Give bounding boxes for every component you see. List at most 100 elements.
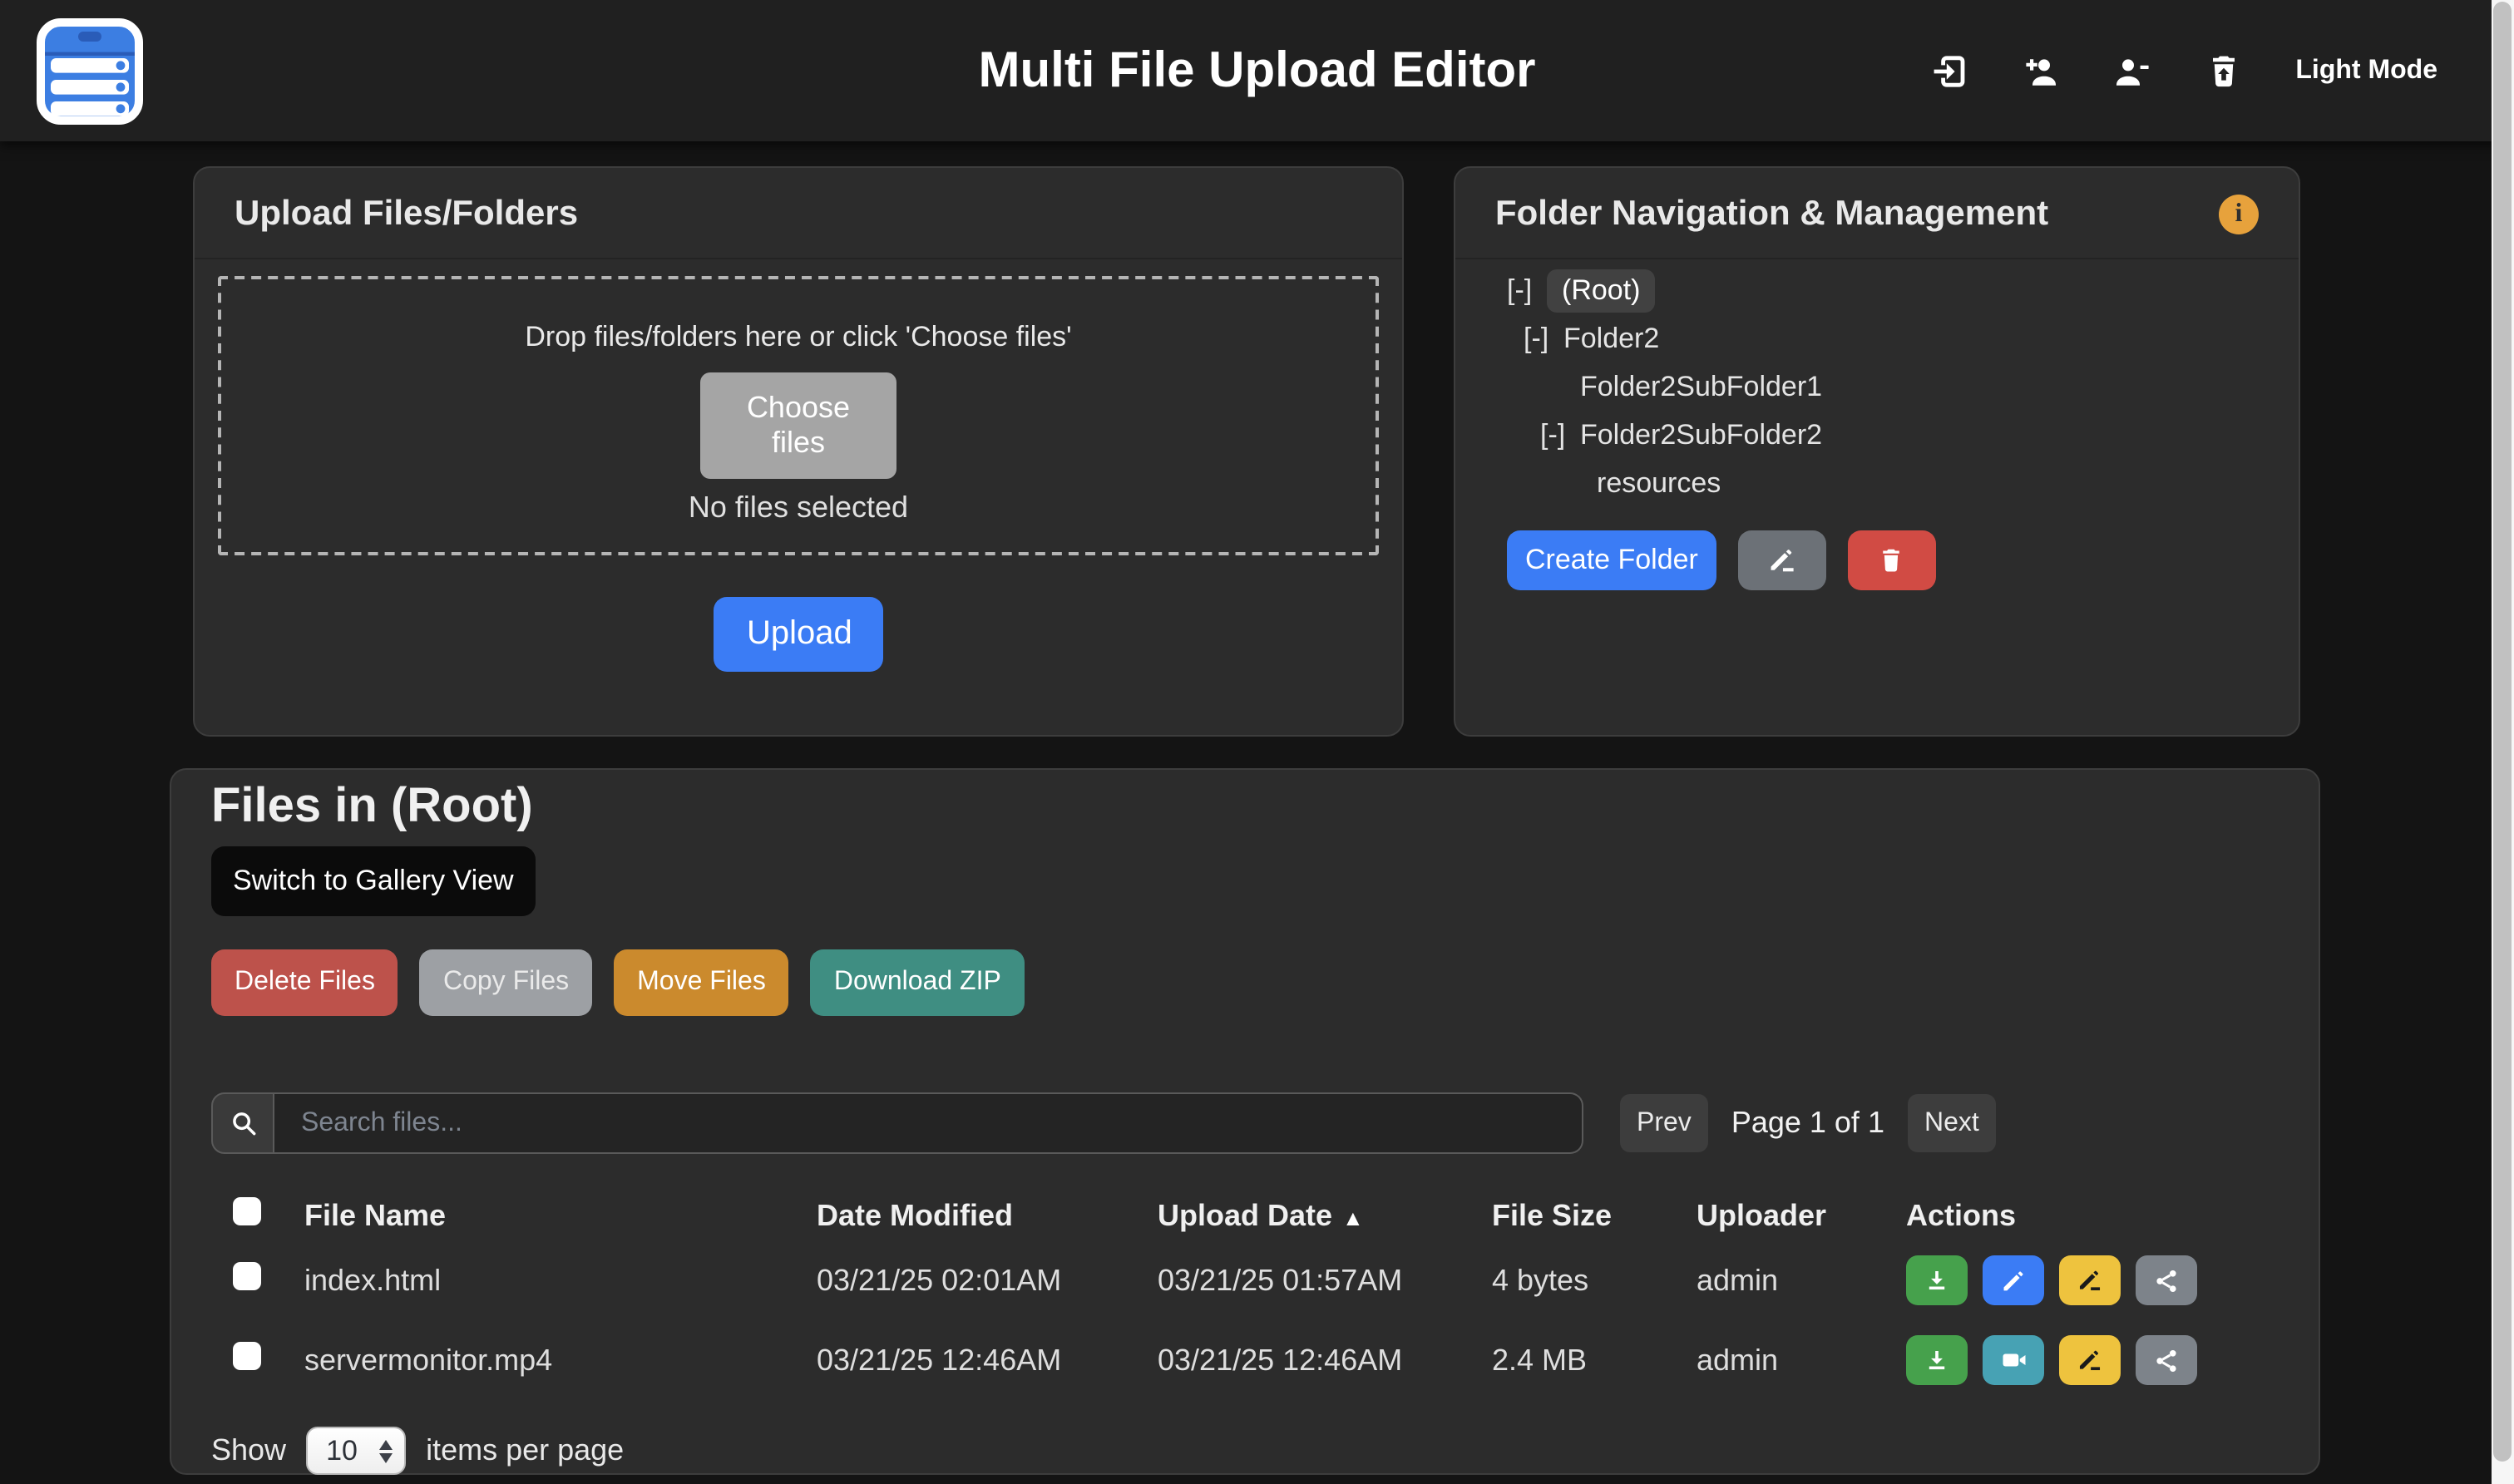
trash-icon (1877, 545, 1907, 575)
video-camera-icon (1998, 1345, 2028, 1375)
edit-pencil-icon (1766, 545, 1798, 576)
tree-node-folder2subfolder1: Folder2SubFolder1 (1507, 362, 2259, 411)
upload-panel: Upload Files/Folders Drop files/folders … (193, 166, 1404, 737)
per-page-prefix: Show (211, 1433, 286, 1468)
col-date-modified[interactable]: Date Modified (803, 1198, 1144, 1233)
download-file-button[interactable] (1906, 1335, 1968, 1385)
file-size: 4 bytes (1479, 1263, 1683, 1298)
file-name: index.html (288, 1263, 803, 1298)
search-button[interactable] (211, 1092, 274, 1154)
per-page-value: 10 (326, 1434, 379, 1467)
share-file-button[interactable] (2136, 1335, 2197, 1385)
upload-panel-body: Drop files/folders here or click 'Choose… (195, 259, 1402, 672)
row-actions (1893, 1335, 2270, 1385)
theme-toggle-button[interactable]: Light Mode (2295, 56, 2437, 86)
per-page-select[interactable]: 10 (306, 1427, 406, 1475)
uploader: admin (1683, 1263, 1893, 1298)
login-icon[interactable] (1929, 51, 1969, 91)
sort-asc-icon: ▲ (1342, 1205, 1364, 1230)
col-actions: Actions (1893, 1198, 2270, 1233)
upload-date: 03/21/25 01:57AM (1144, 1263, 1479, 1298)
row-checkbox[interactable] (233, 1262, 261, 1290)
create-folder-button[interactable]: Create Folder (1507, 530, 1716, 590)
remove-user-icon[interactable] (2112, 51, 2152, 91)
tree-node-folder2: [-] Folder2 (1507, 314, 2259, 362)
tree-node-root: [-] (Root) (1507, 266, 2259, 314)
page-status: Page 1 of 1 (1731, 1106, 1884, 1141)
tree-node-label[interactable]: resources (1597, 466, 1721, 500)
rename-file-button[interactable] (2059, 1255, 2121, 1305)
header-actions: Light Mode (1929, 51, 2514, 91)
col-uploader[interactable]: Uploader (1683, 1198, 1893, 1233)
delete-files-button[interactable]: Delete Files (211, 949, 398, 1016)
share-icon (2152, 1346, 2181, 1374)
col-file-name[interactable]: File Name (288, 1198, 803, 1233)
rename-pencil-icon (2076, 1346, 2104, 1374)
upload-button[interactable]: Upload (714, 597, 883, 672)
files-section-title: Files in (Root) (211, 780, 2270, 833)
date-modified: 03/21/25 02:01AM (803, 1263, 1144, 1298)
scrollbar-thumb[interactable] (2493, 2, 2512, 1462)
items-per-page: Show 10 items per page (211, 1427, 2270, 1475)
rename-pencil-icon (2076, 1266, 2104, 1294)
files-table: File Name Date Modified Upload Date▲ Fil… (211, 1191, 2270, 1400)
play-video-button[interactable] (1983, 1335, 2044, 1385)
upload-date: 03/21/25 12:46AM (1144, 1343, 1479, 1378)
row-actions (1893, 1255, 2270, 1305)
prev-page-button[interactable]: Prev (1620, 1094, 1708, 1152)
rename-folder-button[interactable] (1738, 530, 1826, 590)
switch-gallery-view-button[interactable]: Switch to Gallery View (211, 846, 536, 916)
tree-collapse-toggle[interactable]: [-] (1540, 418, 1580, 451)
tree-node-label[interactable]: Folder2 (1563, 322, 1659, 355)
download-icon (1923, 1266, 1951, 1294)
no-files-text: No files selected (221, 491, 1376, 525)
folder-panel-title: Folder Navigation & Management (1495, 195, 2048, 234)
folder-panel: Folder Navigation & Management i [-] (Ro… (1454, 166, 2300, 737)
date-modified: 03/21/25 12:46AM (803, 1343, 1144, 1378)
pencil-icon (1999, 1266, 2027, 1294)
dropzone-text: Drop files/folders here or click 'Choose… (221, 319, 1376, 354)
tree-node-folder2subfolder2: [-] Folder2SubFolder2 (1507, 411, 2259, 459)
tree-collapse-toggle[interactable]: [-] (1524, 322, 1563, 355)
app-header: Multi File Upload Editor Light Mod (0, 0, 2514, 141)
table-row: servermonitor.mp4 03/21/25 12:46AM 03/21… (211, 1320, 2270, 1400)
add-user-icon[interactable] (2021, 51, 2061, 91)
page-scrollbar (2491, 0, 2514, 1484)
stepper-arrows-icon (379, 1439, 393, 1462)
download-icon (1923, 1346, 1951, 1374)
col-upload-date[interactable]: Upload Date▲ (1144, 1198, 1479, 1233)
move-files-button[interactable]: Move Files (614, 949, 789, 1016)
share-icon (2152, 1266, 2181, 1294)
select-all-checkbox[interactable] (233, 1197, 261, 1225)
info-icon[interactable]: i (2219, 195, 2259, 234)
tree-node-label[interactable]: Folder2SubFolder2 (1580, 418, 1822, 451)
upload-panel-title: Upload Files/Folders (195, 168, 1402, 259)
tree-node-label[interactable]: Folder2SubFolder1 (1580, 370, 1822, 403)
app-root: Multi File Upload Editor Light Mod (0, 0, 2514, 1484)
tree-node-label[interactable]: (Root) (1547, 269, 1655, 312)
share-file-button[interactable] (2136, 1255, 2197, 1305)
bulk-actions: Delete Files Copy Files Move Files Downl… (211, 949, 2270, 1016)
download-file-button[interactable] (1906, 1255, 1968, 1305)
row-checkbox[interactable] (233, 1342, 261, 1370)
delete-folder-button[interactable] (1848, 530, 1936, 590)
edit-file-button[interactable] (1983, 1255, 2044, 1305)
file-size: 2.4 MB (1479, 1343, 1683, 1378)
search-input[interactable] (274, 1092, 1583, 1154)
tree-node-resources: resources (1507, 459, 2259, 507)
tree-collapse-toggle[interactable]: [-] (1507, 274, 1547, 307)
copy-files-button[interactable]: Copy Files (420, 949, 592, 1016)
dropzone[interactable]: Drop files/folders here or click 'Choose… (218, 276, 1379, 555)
download-zip-button[interactable]: Download ZIP (811, 949, 1025, 1016)
files-panel: Files in (Root) Switch to Gallery View D… (170, 768, 2320, 1475)
restore-trash-icon[interactable] (2204, 51, 2244, 91)
next-page-button[interactable]: Next (1908, 1094, 1996, 1152)
choose-files-button[interactable]: Choose files (700, 372, 896, 479)
app-logo-icon (37, 17, 143, 124)
col-file-size[interactable]: File Size (1479, 1198, 1683, 1233)
pagination: Prev Page 1 of 1 Next (1620, 1094, 1996, 1152)
rename-file-button[interactable] (2059, 1335, 2121, 1385)
table-row: index.html 03/21/25 02:01AM 03/21/25 01:… (211, 1240, 2270, 1320)
folder-tree: [-] (Root) [-] Folder2 Folder2SubFolder1… (1455, 259, 2299, 590)
file-name: servermonitor.mp4 (288, 1343, 803, 1378)
